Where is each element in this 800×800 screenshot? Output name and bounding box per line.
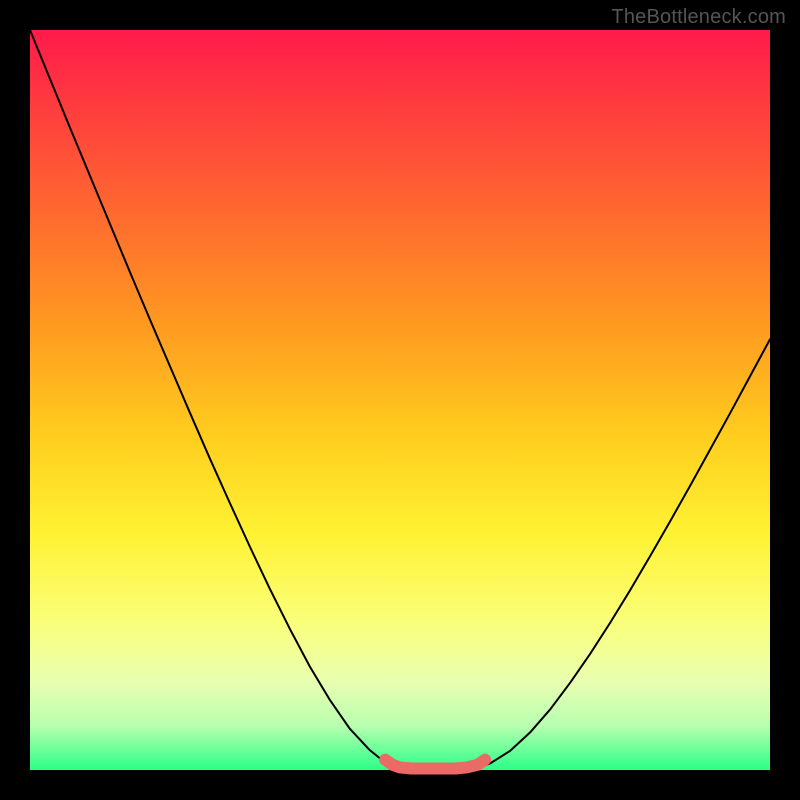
- chart-container: TheBottleneck.com: [0, 0, 800, 800]
- plot-background: [30, 30, 770, 770]
- watermark-text: TheBottleneck.com: [611, 6, 786, 29]
- bottleneck-chart: [0, 0, 800, 800]
